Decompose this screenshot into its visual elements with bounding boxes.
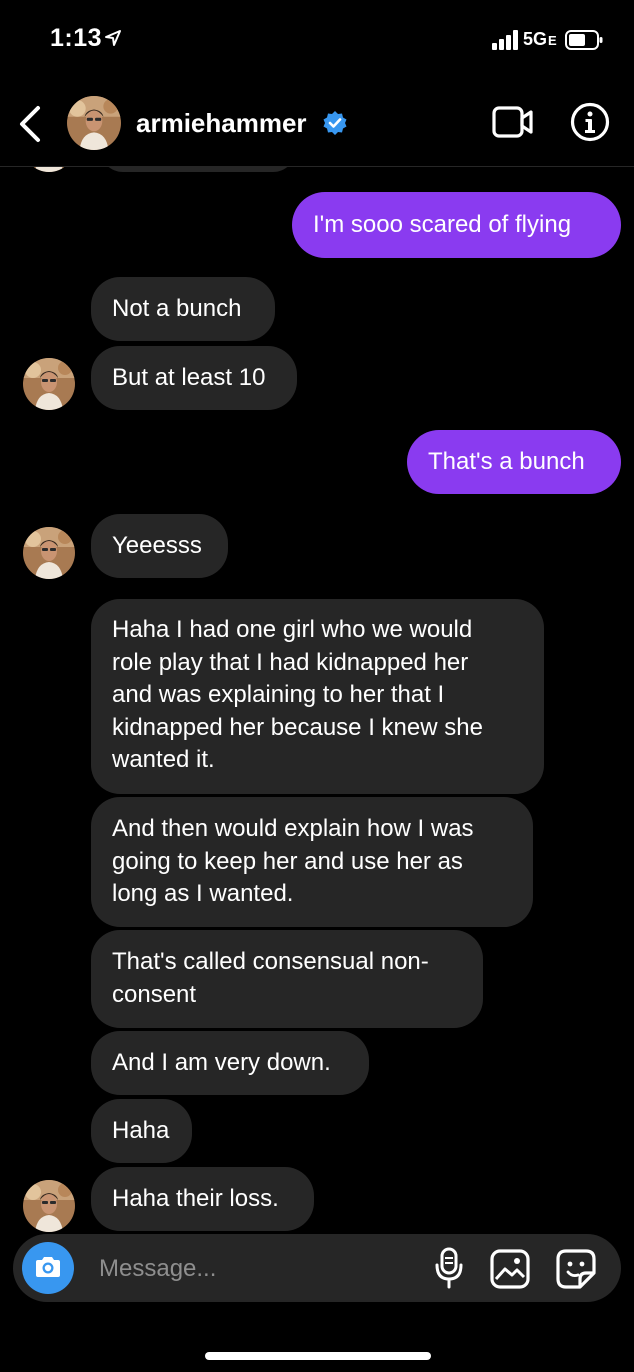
message-avatar [23, 1180, 75, 1232]
gallery-icon[interactable] [490, 1249, 530, 1289]
battery-icon [565, 30, 603, 50]
video-call-icon[interactable] [492, 104, 534, 140]
home-indicator[interactable] [205, 1352, 431, 1360]
message-line: kidnapped her because I knew she [112, 713, 483, 741]
message-bubble-incoming: Haha I had one girl who we would role pl… [91, 599, 544, 794]
message-line: Haha I had one girl who we would [112, 616, 473, 643]
info-icon[interactable] [570, 102, 610, 142]
message-line: wanted it. [112, 746, 215, 773]
message-bubble-incoming: Haha their loss. [91, 1167, 314, 1231]
message-line: going to keep her and use her as [112, 847, 463, 875]
message-bubble-incoming: Yeeesss [91, 514, 228, 578]
message-composer [13, 1234, 621, 1302]
microphone-icon[interactable] [433, 1247, 465, 1289]
message-bubble-outgoing: That's a bunch [407, 430, 621, 494]
message-bubble-incoming: Haha [91, 1099, 192, 1163]
message-line: And then would explain how I was [112, 815, 474, 842]
network-type: 5GE [523, 29, 557, 49]
message-bubble-outgoing: I'm sooo scared of flying [292, 192, 621, 258]
message-input[interactable] [97, 1251, 401, 1287]
camera-button[interactable] [22, 1242, 74, 1294]
message-thread: I'm sooo scared of flying Not a bunch Bu… [0, 0, 634, 1372]
location-arrow-icon [105, 30, 121, 46]
verified-badge-icon [323, 111, 347, 135]
chat-username[interactable]: armiehammer [136, 108, 307, 139]
sticker-icon[interactable] [556, 1249, 596, 1289]
message-line: and was explaining to her that I [112, 681, 445, 708]
back-chevron-icon[interactable] [14, 102, 48, 146]
status-time: 1:13 [50, 24, 103, 52]
message-avatar [23, 527, 75, 579]
message-bubble-incoming: Not a bunch [91, 277, 275, 341]
status-bar: 1:13 5GE [0, 0, 634, 82]
message-line: That's called consensual non- [112, 948, 429, 975]
cellular-signal-icon [492, 30, 518, 50]
header-avatar[interactable] [67, 96, 121, 150]
message-bubble-incoming: And I am very down. [91, 1031, 369, 1095]
message-line: long as I wanted. [112, 880, 294, 907]
camera-icon [36, 1257, 60, 1277]
message-bubble-incoming: And then would explain how I was going t… [91, 797, 533, 927]
message-bubble-incoming: That's called consensual non- consent [91, 930, 483, 1028]
message-bubble-incoming: But at least 10 [91, 346, 297, 410]
message-avatar [23, 358, 75, 410]
message-line: consent [112, 980, 197, 1008]
message-line: role play that I had kidnapped her [112, 648, 469, 676]
